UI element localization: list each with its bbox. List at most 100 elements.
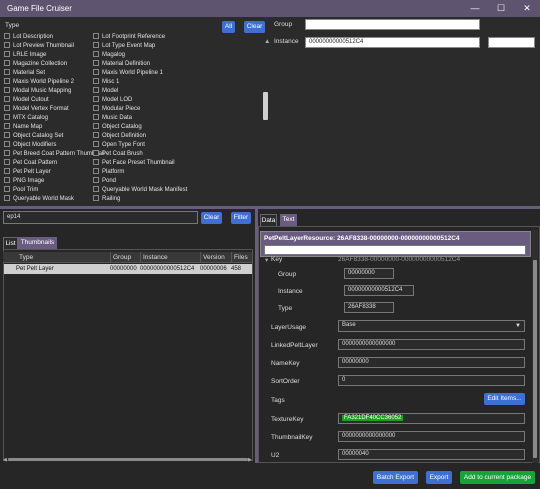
- type-filter-item[interactable]: Queryable World Mask Manifest: [93, 186, 187, 195]
- type-filter-item[interactable]: Magalog: [93, 51, 125, 60]
- checkbox[interactable]: [93, 195, 99, 201]
- type-filter-item[interactable]: Queryable World Mask: [4, 195, 74, 204]
- group-filter-input[interactable]: [305, 19, 480, 30]
- checkbox[interactable]: [93, 87, 99, 93]
- checkbox[interactable]: [4, 159, 10, 165]
- minimize-button[interactable]: —: [463, 0, 487, 17]
- checkbox[interactable]: [4, 114, 10, 120]
- u2-field[interactable]: 00000040: [338, 449, 525, 460]
- layerusage-select[interactable]: Base ▼: [338, 320, 525, 332]
- type-filter-item[interactable]: Material Definition: [93, 60, 150, 69]
- checkbox[interactable]: [4, 141, 10, 147]
- sortorder-field[interactable]: 0: [338, 375, 525, 386]
- type-filter-item[interactable]: Model: [93, 87, 118, 96]
- checkbox[interactable]: [93, 132, 99, 138]
- type-filter-item[interactable]: Model Cutout: [4, 96, 49, 105]
- checkbox[interactable]: [4, 69, 10, 75]
- checkbox[interactable]: [4, 195, 10, 201]
- maximize-button[interactable]: ☐: [489, 0, 513, 17]
- thumbnailkey-field[interactable]: 0000000000000000: [338, 431, 525, 442]
- type-filter-item[interactable]: MTX Catalog: [4, 114, 48, 123]
- checkbox[interactable]: [4, 87, 10, 93]
- checkbox[interactable]: [93, 42, 99, 48]
- group-prop-field[interactable]: 00000000: [344, 268, 394, 279]
- instance-filter-input[interactable]: 00000000000512C4: [305, 37, 480, 48]
- data-panel-scrollbar[interactable]: [533, 260, 537, 458]
- checkbox[interactable]: [93, 177, 99, 183]
- checkbox[interactable]: [93, 69, 99, 75]
- column-header-files[interactable]: Files: [232, 252, 252, 263]
- splitter[interactable]: [0, 206, 540, 209]
- checkbox[interactable]: [93, 159, 99, 165]
- type-filter-item[interactable]: LRLE Image: [4, 51, 46, 60]
- checkbox[interactable]: [4, 123, 10, 129]
- type-filter-item[interactable]: Misc 1: [93, 78, 119, 87]
- checkbox[interactable]: [93, 168, 99, 174]
- namekey-field[interactable]: 00000000: [338, 357, 525, 368]
- type-filter-item[interactable]: PNG Image: [4, 177, 44, 186]
- instance-extra-input[interactable]: [488, 37, 535, 48]
- type-filter-item[interactable]: Model Vertex Format: [4, 105, 69, 114]
- checkbox[interactable]: [4, 105, 10, 111]
- column-header-group[interactable]: Group: [111, 252, 141, 263]
- type-filter-item[interactable]: Lot Footprint Reference: [93, 33, 165, 42]
- close-button[interactable]: ✕: [515, 0, 539, 17]
- type-filter-item[interactable]: Pet Pelt Layer: [4, 168, 51, 177]
- tab-thumbnails[interactable]: Thumbnails: [18, 237, 57, 249]
- resource-header-input[interactable]: [264, 245, 526, 255]
- type-filter-item[interactable]: Platform: [93, 168, 124, 177]
- collapse-icon[interactable]: ▲: [264, 38, 270, 45]
- checkbox[interactable]: [4, 177, 10, 183]
- type-filter-item[interactable]: Lot Preview Thumbnail: [4, 42, 74, 51]
- checkbox[interactable]: [93, 123, 99, 129]
- checkbox[interactable]: [93, 51, 99, 57]
- type-filter-item[interactable]: Name Map: [4, 123, 42, 132]
- type-filter-item[interactable]: Railing: [93, 195, 120, 204]
- checkbox[interactable]: [93, 33, 99, 39]
- type-filter-item[interactable]: Object Catalog: [93, 123, 142, 132]
- checkbox[interactable]: [4, 78, 10, 84]
- clear-search-button[interactable]: Clear: [201, 212, 222, 224]
- checkbox[interactable]: [93, 105, 99, 111]
- type-filter-item[interactable]: Pet Coat Pattern: [4, 159, 57, 168]
- type-prop-field[interactable]: 26AF8338: [344, 302, 394, 313]
- type-filter-item[interactable]: Open Type Font: [93, 141, 145, 150]
- tab-data[interactable]: Data: [260, 214, 277, 226]
- search-input[interactable]: ep14: [3, 211, 198, 224]
- checkbox[interactable]: [4, 132, 10, 138]
- type-filter-item[interactable]: Pool Trim: [4, 186, 38, 195]
- tab-text[interactable]: Text: [280, 214, 297, 226]
- type-filter-item[interactable]: Modular Piece: [93, 105, 140, 114]
- column-header-version[interactable]: Version: [201, 252, 232, 263]
- checkbox[interactable]: [4, 96, 10, 102]
- type-filter-item[interactable]: Magazine Collection: [4, 60, 67, 69]
- type-list-scrollbar[interactable]: [263, 92, 268, 120]
- add-to-package-button[interactable]: Add to current package: [460, 471, 535, 484]
- checkbox[interactable]: [93, 78, 99, 84]
- grid-horizontal-scrollbar[interactable]: [8, 458, 248, 461]
- export-button[interactable]: Export: [426, 471, 452, 484]
- checkbox[interactable]: [93, 141, 99, 147]
- type-filter-item[interactable]: Modal Music Mapping: [4, 87, 71, 96]
- type-filter-item[interactable]: Maxis World Pipeline 1: [93, 69, 163, 78]
- type-filter-item[interactable]: Model LOD: [93, 96, 132, 105]
- checkbox[interactable]: [4, 60, 10, 66]
- table-row[interactable]: Pet Pelt Layer 00000000 00000000000512C4…: [4, 264, 252, 274]
- type-filter-item[interactable]: Lot Type Event Map: [93, 42, 155, 51]
- type-filter-item[interactable]: Maxis World Pipeline 2: [4, 78, 74, 87]
- checkbox[interactable]: [4, 186, 10, 192]
- checkbox[interactable]: [93, 114, 99, 120]
- texturekey-field[interactable]: FA321DF40CC36052: [338, 413, 525, 424]
- type-filter-item[interactable]: Object Modifiers: [4, 141, 56, 150]
- checkbox[interactable]: [93, 96, 99, 102]
- type-filter-item[interactable]: Material Set: [4, 69, 45, 78]
- type-filter-item[interactable]: Pet Coat Brush: [93, 150, 143, 159]
- checkbox[interactable]: [4, 150, 10, 156]
- checkbox[interactable]: [93, 60, 99, 66]
- linkedpeltlayer-field[interactable]: 0000000000000000: [338, 339, 525, 350]
- type-filter-item[interactable]: Pet Breed Coat Pattern Thumbnail: [4, 150, 105, 159]
- type-filter-item[interactable]: Pond: [93, 177, 116, 186]
- checkbox[interactable]: [93, 150, 99, 156]
- type-filter-item[interactable]: Object Definition: [93, 132, 146, 141]
- checkbox[interactable]: [4, 51, 10, 57]
